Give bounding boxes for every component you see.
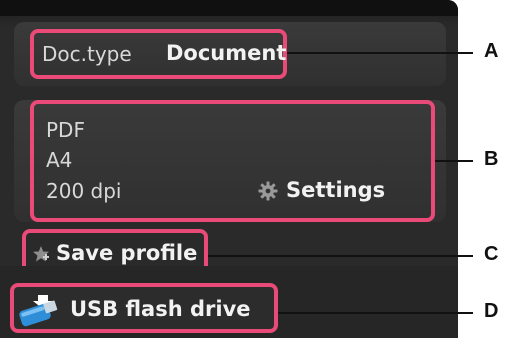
callout-leader-d: [278, 312, 473, 314]
callout-leader-c: [208, 255, 473, 257]
doc-type-button[interactable]: Doc.type Document: [30, 29, 287, 79]
printer-lcd-screen: Doc.type Document PDF A4 200 dpi Setting…: [0, 0, 458, 338]
usb-flash-drive-icon: [18, 293, 64, 327]
callout-c: C: [484, 243, 499, 265]
paper-size-value: A4: [46, 148, 73, 172]
save-profile-label: Save profile: [56, 241, 198, 265]
settings-label: Settings: [286, 178, 386, 202]
callout-a: A: [484, 40, 499, 62]
top-band: [0, 0, 458, 16]
format-value: PDF: [46, 118, 85, 142]
callout-leader-a: [287, 52, 473, 54]
callout-leader-b: [435, 160, 473, 162]
callout-b: B: [484, 148, 499, 170]
callout-d: D: [484, 300, 499, 322]
doc-type-label: Doc.type: [42, 42, 132, 66]
scan-settings-button[interactable]: PDF A4 200 dpi Settings: [30, 100, 435, 222]
gear-icon: [258, 181, 278, 201]
destination-button[interactable]: USB flash drive: [10, 283, 278, 333]
resolution-value: 200 dpi: [46, 179, 122, 203]
destination-label: USB flash drive: [70, 297, 251, 321]
star-icon: [32, 245, 50, 263]
doc-type-value: Document: [166, 41, 287, 65]
